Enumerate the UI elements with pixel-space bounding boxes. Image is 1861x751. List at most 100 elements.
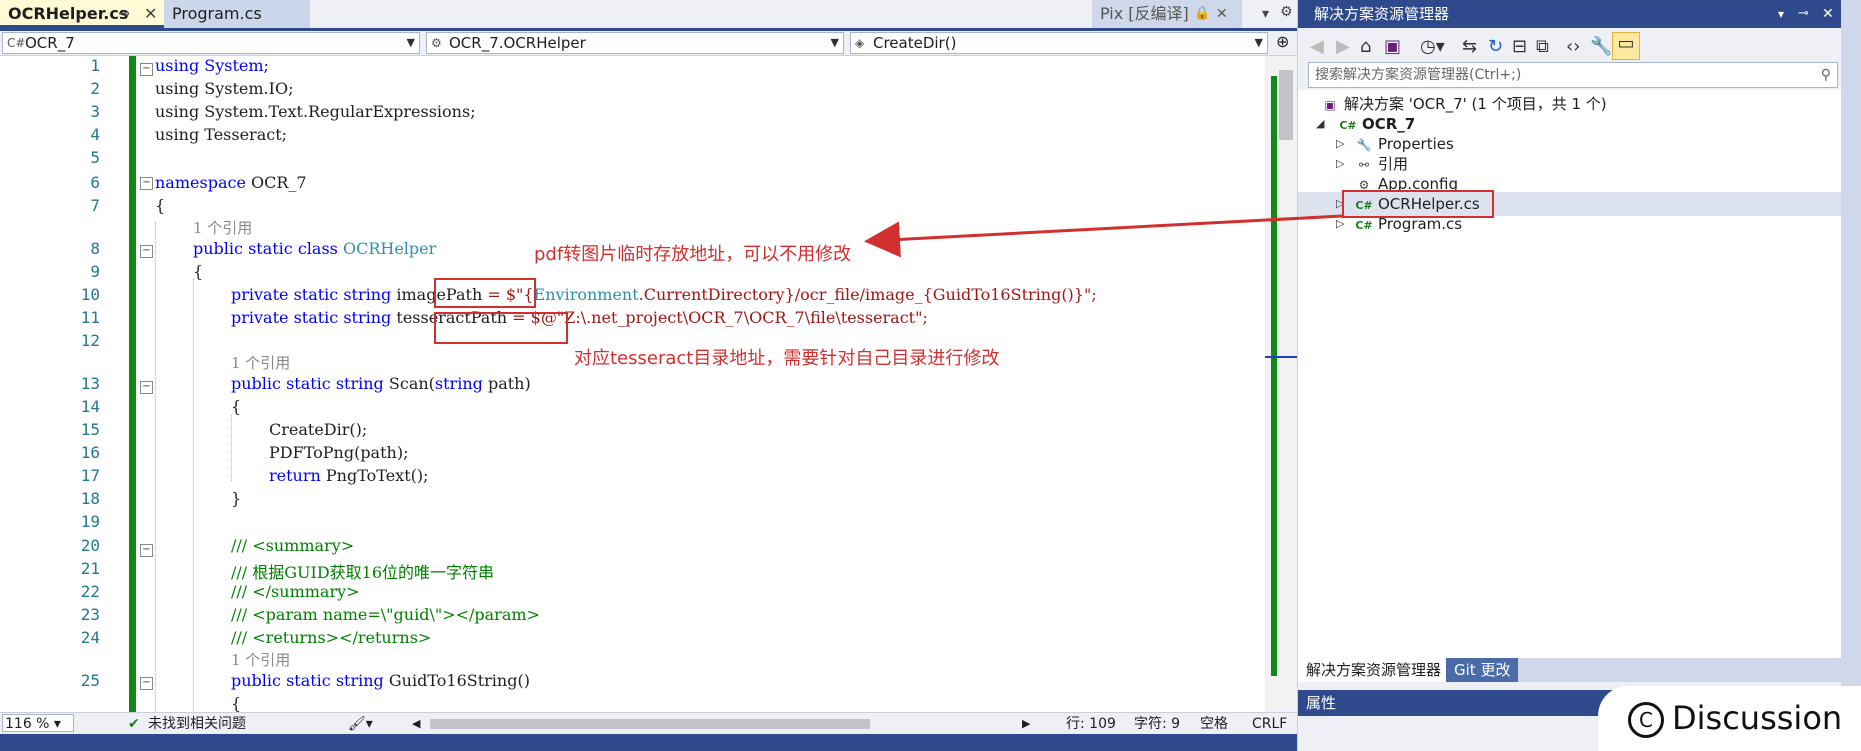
preview-toggle-icon[interactable]: ▭ <box>1612 32 1640 60</box>
line-number: 24 <box>80 628 100 647</box>
project-dropdown[interactable]: C# OCR_7 ▼ <box>2 32 420 54</box>
copy-icon[interactable]: ⧉ <box>1536 36 1549 57</box>
annotation-note-imagepath: pdf转图片临时存放地址，可以不用修改 <box>534 244 852 265</box>
vertical-scrollbar[interactable] <box>1265 56 1297 712</box>
brush-icon[interactable]: 🖌▾ <box>348 713 373 735</box>
home-icon[interactable]: ⌂ <box>1360 36 1371 57</box>
code-line-2: using System.IO; <box>155 79 293 98</box>
tree-label: Properties <box>1378 135 1454 153</box>
sync-icon[interactable]: ⇆ <box>1462 36 1477 57</box>
refresh-icon[interactable]: ↻ <box>1488 36 1503 57</box>
line-number: 22 <box>80 582 100 601</box>
close-icon[interactable]: ✕ <box>1822 0 1834 28</box>
indent-guide <box>193 278 194 712</box>
vs-switch-icon[interactable]: ▣ <box>1384 36 1401 57</box>
scroll-right-icon[interactable]: ▶ <box>1022 713 1030 735</box>
eol-indicator[interactable]: CRLF <box>1252 713 1287 735</box>
solution-search-input[interactable]: 搜索解决方案资源管理器(Ctrl+;) ⚲ <box>1308 62 1838 88</box>
solution-tree: ▣ 解决方案 'OCR_7' (1 个项目，共 1 个) ◢ C# OCR_7 ▷ 🔧 P… <box>1298 90 1841 660</box>
line-number: 6 <box>90 173 100 192</box>
chevron-down-icon: ▼ <box>406 36 415 49</box>
collapse-icon[interactable]: − <box>140 245 153 258</box>
chevron-down-icon: ▼ <box>1254 36 1263 49</box>
dropdown-icon[interactable]: ▾ <box>1778 0 1784 28</box>
close-icon[interactable]: ✕ <box>144 0 157 28</box>
line-number: 16 <box>80 443 100 462</box>
scroll-left-icon[interactable]: ◀ <box>412 713 420 735</box>
line-number: 10 <box>80 285 100 304</box>
code-line-14: { <box>231 397 241 416</box>
code-view-icon[interactable]: ‹› <box>1566 36 1580 57</box>
collapse-icon[interactable]: − <box>140 177 153 190</box>
side-tool-strip <box>1841 0 1861 751</box>
panel-title: 属性 <box>1306 694 1337 712</box>
pin-icon[interactable]: ⊸ <box>1798 0 1809 28</box>
back-icon[interactable]: ◀ <box>1310 36 1324 57</box>
line-indicator[interactable]: 行: 109 <box>1066 713 1116 735</box>
member-dropdown[interactable]: ◈ CreateDir() ▼ <box>850 32 1268 54</box>
close-icon[interactable]: ✕ <box>1216 0 1228 28</box>
code-line-9: { <box>193 262 203 281</box>
tab-solution-explorer[interactable]: 解决方案资源管理器 <box>1298 658 1450 682</box>
zoom-dropdown[interactable]: 116 % ▾ <box>2 714 74 732</box>
tree-label: OCR_7 <box>1362 115 1416 133</box>
code-line-11: private static string tesseractPath = $@… <box>231 308 928 327</box>
tree-label: 引用 <box>1378 155 1409 173</box>
code-text: /// <returns></returns> <box>231 628 432 647</box>
issues-label[interactable]: 未找到相关问题 <box>148 713 246 735</box>
line-number: 14 <box>80 397 100 416</box>
horizontal-scrollbar-thumb[interactable] <box>430 719 870 729</box>
code-line-7: { <box>155 196 165 215</box>
code-line-17: return PngToText(); <box>269 466 429 485</box>
search-icon[interactable]: ⚲ <box>1821 63 1831 87</box>
code-text: using System.IO; <box>155 79 294 98</box>
code-text: return <box>269 466 326 485</box>
line-number: 20 <box>80 536 100 555</box>
code-line-1: using System; <box>155 56 269 75</box>
collapse-icon[interactable]: − <box>140 677 153 690</box>
line-number: 8 <box>90 239 100 258</box>
line-number: 2 <box>90 79 100 98</box>
collapse-icon[interactable]: − <box>140 544 153 557</box>
code-line-8: public static class OCRHelper <box>193 239 436 258</box>
code-text: using System.Text.RegularExpressions; <box>155 102 476 121</box>
solution-explorer-title: 解决方案资源管理器 ▾ ⊸ ✕ <box>1298 0 1841 28</box>
reference-count[interactable]: 1 个引用 <box>231 649 290 670</box>
collapse-icon[interactable]: − <box>140 63 153 76</box>
collapse-all-icon[interactable]: ⊟ <box>1512 36 1527 57</box>
scrollbar-thumb[interactable] <box>1279 70 1293 140</box>
forward-icon[interactable]: ▶ <box>1336 36 1350 57</box>
pin-icon[interactable]: ⊸ <box>118 0 130 28</box>
tab-label: OCRHelper.cs <box>8 4 129 23</box>
gear-icon[interactable]: ⚙ <box>1280 4 1293 20</box>
history-icon[interactable]: ◷▾ <box>1420 36 1445 57</box>
code-text: 1 个引用 <box>193 219 253 237</box>
reference-count[interactable]: 1 个引用 <box>193 217 252 238</box>
line-number: 15 <box>80 420 100 439</box>
code-line-20: /// <summary> <box>231 536 354 555</box>
tab-program[interactable]: Program.cs <box>164 0 310 28</box>
class-dropdown[interactable]: ⚙ OCR_7.OCRHelper ▼ <box>426 32 844 54</box>
wrench-icon[interactable]: 🔧 <box>1590 36 1612 57</box>
code-editor[interactable]: 1 2 3 4 5 6 7 8 9 10 11 12 13 14 15 16 17 18 19 20 21 22 23 24 2… <box>0 56 1281 712</box>
whitespace-indicator[interactable]: 空格 <box>1200 713 1228 735</box>
code-line-26: { <box>231 694 241 712</box>
tab-ocrhelper[interactable]: OCRHelper.cs ⊸ ✕ <box>0 0 164 28</box>
pix-decompile-tab[interactable]: Pix [反编译] 🔒 ✕ <box>1092 0 1242 28</box>
char-indicator[interactable]: 字符: 9 <box>1134 713 1180 735</box>
code-text: string <box>434 374 483 393</box>
code-text: private static string <box>231 308 397 327</box>
collapse-icon[interactable]: − <box>140 381 153 394</box>
lock-icon: 🔒 <box>1194 6 1211 21</box>
tab-git-changes[interactable]: Git 更改 <box>1446 658 1519 682</box>
code-line-25: public static string GuidTo16String() <box>231 671 530 690</box>
annotation-box-imagepath <box>434 278 536 308</box>
dropdown-icon[interactable]: ▾ <box>1262 6 1269 22</box>
reference-count[interactable]: 1 个引用 <box>231 352 290 373</box>
tree-item-program[interactable]: ▷ C# Program.cs <box>1336 212 1462 236</box>
class-icon: ⚙ <box>431 36 442 50</box>
indent-guide <box>155 222 156 712</box>
collapsed-icon[interactable]: ▷ <box>1336 212 1344 236</box>
expanded-icon[interactable]: ◢ <box>1316 112 1324 136</box>
split-icon[interactable]: ⊕ <box>1276 32 1289 51</box>
